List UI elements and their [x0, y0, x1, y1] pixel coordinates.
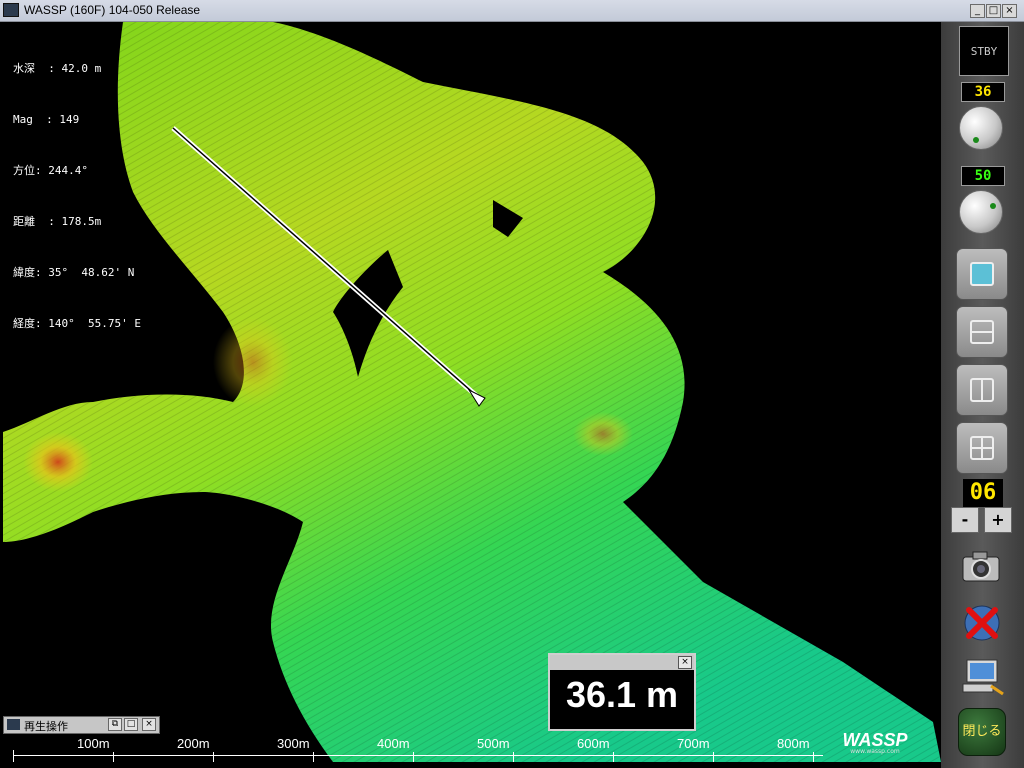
range-knob[interactable]	[959, 190, 1003, 234]
scale-tick	[313, 752, 314, 762]
shoal-area	[573, 412, 633, 456]
computer-icon[interactable]	[961, 656, 1005, 696]
playback-close-button[interactable]: ×	[142, 718, 156, 731]
scale-line	[13, 755, 823, 756]
playback-control[interactable]: 再生操作 ⧉ □ ×	[3, 716, 160, 734]
depth-popup-value: 36.1 m	[565, 674, 679, 715]
quad-split-button[interactable]	[956, 422, 1008, 474]
depth-popup-header: ×	[550, 655, 694, 670]
close-window-button[interactable]: ×	[1002, 4, 1017, 18]
camera-icon[interactable]	[961, 547, 1001, 585]
single-view-icon	[970, 262, 994, 286]
scale-tick	[613, 752, 614, 762]
scale-label: 300m	[277, 736, 310, 751]
mode-status[interactable]: STBY	[959, 26, 1009, 76]
app-icon	[3, 3, 19, 17]
exit-globe-icon[interactable]	[961, 602, 1003, 644]
zoom-level: 06	[963, 479, 1003, 507]
single-view-button[interactable]	[956, 248, 1008, 300]
position-info: 水深 : 42.0 m Mag : 149 方位: 244.4° 距離 : 17…	[13, 26, 141, 366]
scale-label: 700m	[677, 736, 710, 751]
title-bar: WASSP (160F) 104-050 Release _ □ ×	[0, 0, 1024, 22]
bearing-readout-text: 方位: 244.4°	[13, 164, 88, 177]
vertical-split-button[interactable]	[956, 364, 1008, 416]
logo-url: www.wassp.com	[850, 748, 900, 755]
depth-popup: × 36.1 m	[548, 653, 696, 731]
scale-label: 100m	[77, 736, 110, 751]
scale-label: 500m	[477, 736, 510, 751]
scale-label: 200m	[177, 736, 210, 751]
window-title: WASSP (160F) 104-050 Release	[24, 3, 201, 17]
minimize-button[interactable]: _	[970, 4, 985, 18]
longitude-readout-text: 経度: 140° 55.75' E	[13, 317, 141, 330]
playback-title: 再生操作	[24, 720, 68, 733]
gain-value: 36	[961, 82, 1005, 102]
scale-tick	[413, 752, 414, 762]
horizontal-split-icon	[970, 320, 994, 344]
gain-knob[interactable]	[959, 106, 1003, 150]
playback-icon	[7, 719, 20, 730]
latitude-readout-text: 緯度: 35° 48.62' N	[13, 266, 135, 279]
playback-maximize-button[interactable]: □	[124, 718, 138, 731]
close-app-button[interactable]: 閉じる	[958, 708, 1006, 756]
playback-restore-button[interactable]: ⧉	[108, 718, 122, 731]
scale-tick	[213, 752, 214, 762]
shoal-area	[23, 432, 93, 492]
scale-label: 400m	[377, 736, 410, 751]
wassp-logo: WASSP www.wassp.com	[826, 730, 924, 755]
depth-readout-text: 水深 : 42.0 m	[13, 62, 102, 75]
scale-tick	[713, 752, 714, 762]
mag-readout-text: Mag : 149	[13, 113, 80, 126]
scale-tick	[513, 752, 514, 762]
logo-name: WASSP	[842, 730, 908, 750]
quad-split-icon	[970, 436, 994, 460]
control-panel: STBY 36 50 06 - + 閉じる	[941, 22, 1024, 768]
scale-tick	[813, 752, 814, 762]
distance-scale: 100m 200m 300m 400m 500m 600m 700m 800m	[3, 734, 941, 762]
bathymetry-surface	[3, 22, 941, 762]
depth-popup-close-button[interactable]: ×	[678, 656, 692, 669]
distance-readout-text: 距離 : 178.5m	[13, 215, 102, 228]
scale-tick	[13, 750, 14, 762]
range-value: 50	[961, 166, 1005, 186]
bathymetry-map[interactable]: 水深 : 42.0 m Mag : 149 方位: 244.4° 距離 : 17…	[3, 22, 941, 762]
vertical-split-icon	[970, 378, 994, 402]
shoal-area	[213, 317, 293, 407]
scale-label: 600m	[577, 736, 610, 751]
scale-tick	[113, 752, 114, 762]
zoom-in-button[interactable]: +	[984, 507, 1012, 533]
scale-label: 800m	[777, 736, 810, 751]
horizontal-split-button[interactable]	[956, 306, 1008, 358]
zoom-out-button[interactable]: -	[951, 507, 979, 533]
maximize-button[interactable]: □	[986, 4, 1001, 18]
